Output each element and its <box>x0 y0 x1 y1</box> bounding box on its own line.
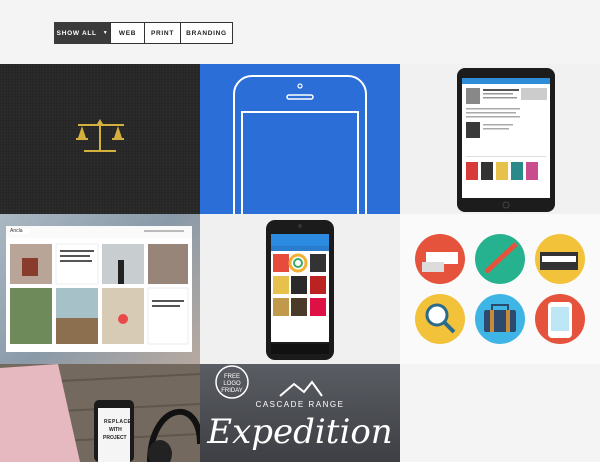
filter-web-button[interactable]: WEB <box>110 22 145 44</box>
wooden-desk-photo <box>0 364 200 462</box>
blog-logo-text: Ancla <box>10 228 23 234</box>
cascade-range-text: CASCADE RANGE <box>255 400 345 409</box>
portfolio-item-android-app[interactable] <box>200 214 400 364</box>
portfolio-item-tablet-app[interactable] <box>400 64 600 214</box>
scales-logo-icon <box>76 119 124 152</box>
logo-friday-badge-text: FREE LOGO FRIDAY <box>221 374 243 394</box>
expedition-title: Expedition <box>207 412 393 452</box>
smartphone-outline-icon <box>233 75 367 214</box>
portfolio-item-flat-icons[interactable] <box>400 214 600 364</box>
portfolio-item-iphone-outline[interactable] <box>200 64 400 214</box>
portfolio-grid: Ancla REPLACE WITH PROJECT FREE LOGO FRI… <box>0 64 600 462</box>
portfolio-item-expedition[interactable]: FREE LOGO FRIDAY CASCADE RANGE Expeditio… <box>200 364 400 462</box>
caret-down-icon: ▼ <box>102 30 109 36</box>
filter-show-all-label: SHOW ALL <box>56 29 97 37</box>
flat-icons-set <box>415 234 585 344</box>
filter-branding-label: BRANDING <box>186 29 227 37</box>
portfolio-item-blog-theme[interactable]: Ancla <box>0 214 200 364</box>
blog-screenshot-image <box>6 226 192 352</box>
filter-print-label: PRINT <box>151 29 174 37</box>
filter-show-all-button[interactable]: SHOW ALL ▼ <box>54 22 111 44</box>
filter-web-label: WEB <box>118 29 137 37</box>
portfolio-item-replace-project[interactable]: REPLACE WITH PROJECT <box>0 364 200 462</box>
portfolio-item-scales-logo[interactable] <box>0 64 200 214</box>
project-text: PROJECT <box>103 435 127 441</box>
portfolio-filter-bar: SHOW ALL ▼ WEB PRINT BRANDING <box>54 22 233 44</box>
replace-text: REPLACE <box>104 419 132 425</box>
filter-branding-button[interactable]: BRANDING <box>180 22 233 44</box>
tablet-icon <box>457 68 555 212</box>
filter-print-button[interactable]: PRINT <box>144 22 181 44</box>
empty-grid-cell <box>400 364 600 462</box>
android-phone-icon <box>266 220 334 360</box>
with-text: WITH <box>109 427 122 433</box>
